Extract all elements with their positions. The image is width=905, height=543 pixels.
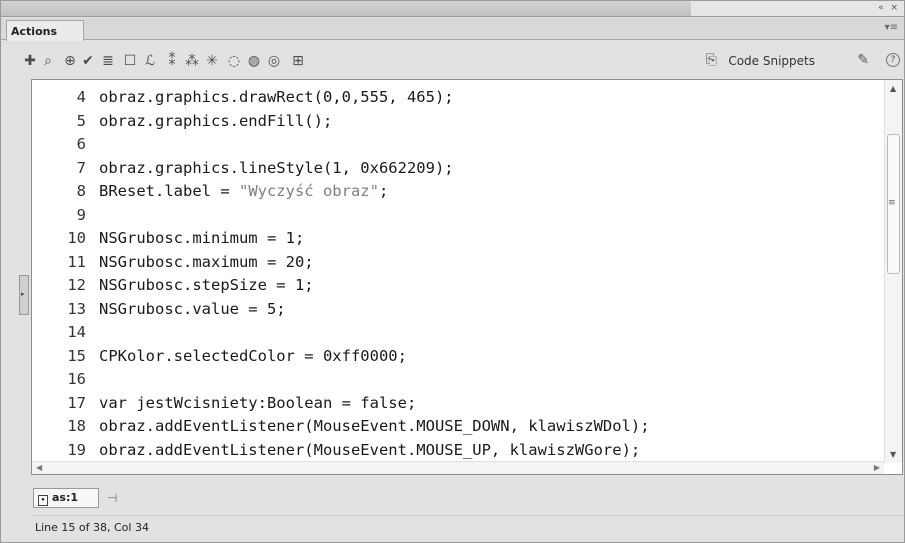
vertical-scrollbar[interactable]: ▲ ≡ ▼ [884,80,902,463]
status-bar: Line 15 of 38, Col 34 [31,515,903,537]
code-text[interactable]: obraz.graphics.endFill(); [99,110,332,132]
script-tabs: • as:1 ⊣ [31,488,331,508]
code-text[interactable]: obraz.addEventListener(MouseEvent.MOUSE_… [99,439,640,461]
line-number: 7 [76,158,86,177]
expand-all-icon[interactable]: ✳ [203,52,221,70]
code-text[interactable]: obraz.addEventListener(MouseEvent.MOUSE_… [99,415,650,437]
panel-menu-icon[interactable]: ▾≡ [885,22,898,33]
code-text[interactable]: CPKolor.selectedColor = 0xff0000; [99,345,407,367]
line-number: 5 [76,111,86,130]
line-number: 8 [76,182,86,200]
code-line[interactable]: 6 [32,133,884,155]
code-snippets-button[interactable]: Code Snippets [728,54,815,68]
code-line[interactable]: 13 NSGrubosc.value = 5; [32,298,884,320]
code-line[interactable]: 9 [32,204,884,226]
code-text[interactable]: NSGrubosc.value = 5; [99,298,286,320]
code-line[interactable]: 19 obraz.addEventListener(MouseEvent.MOUS… [32,439,884,461]
line-number: 14 [67,323,86,341]
line-number: 18 [67,417,86,435]
scroll-grip-icon: ≡ [888,198,896,208]
actions-panel-window: « × Actions ▾≡ ⎘ Code Snippets ✎ ? ✚ ⌕ ⊕ ✔ ≣… [0,0,905,543]
code-line[interactable]: 5 obraz.graphics.endFill(); [32,110,884,132]
script-tab-label: as:1 [52,491,79,504]
code-line[interactable]: 4 obraz.graphics.drawRect(0,0,555, 465); [32,86,884,108]
line-number: 12 [67,276,86,294]
code-text[interactable]: NSGrubosc.maximum = 20; [99,251,314,273]
code-hint-icon[interactable]: ☐ [121,52,139,70]
code-snippets-icon[interactable]: ⎘ [706,52,717,68]
scroll-left-arrow-icon[interactable]: ◀ [36,463,42,472]
code-text[interactable]: var jestWcisniety:Boolean = false; [99,392,416,414]
line-number: 16 [67,370,86,388]
line-number: 15 [67,346,86,365]
code-text[interactable]: NSGrubosc.minimum = 1; [99,227,304,249]
apply-block-comment-icon[interactable]: ◌ [225,52,243,70]
code-line[interactable]: 15 CPKolor.selectedColor = 0xff0000; [32,345,884,367]
code-line[interactable]: 17 var jestWcisniety:Boolean = false; [32,392,884,414]
panel-tab-row: Actions ▾≡ [1,18,904,41]
behavior-wand-icon[interactable]: ✎ [857,52,869,68]
tab-actions[interactable]: Actions [6,20,84,41]
code-line[interactable]: 14 [32,321,884,343]
panel-collapse-handle[interactable]: ▸ [19,275,29,315]
help-icon[interactable]: ? [886,53,900,67]
check-syntax-icon[interactable]: ✔ [79,52,97,70]
line-number: 10 [67,229,86,247]
line-number: 4 [76,88,86,106]
code-line[interactable]: 16 [32,368,884,390]
auto-format-icon[interactable]: ≣ [99,52,117,70]
line-number: 19 [67,440,86,459]
scroll-down-arrow-icon[interactable]: ▼ [890,450,896,459]
remove-comment-icon[interactable]: ◎ [265,52,283,70]
debug-options-icon[interactable]: ℒ [141,52,159,70]
find-icon[interactable]: ⌕ [39,52,57,70]
code-text[interactable]: NSGrubosc.stepSize = 1; [99,274,314,296]
code-area[interactable]: 4 obraz.graphics.drawRect(0,0,555, 465); 5… [32,80,884,463]
code-text[interactable]: obraz.graphics.drawRect(0,0,555, 465); [99,86,454,108]
add-statement-icon[interactable]: ✚ [21,52,39,70]
scroll-right-arrow-icon[interactable]: ▶ [874,463,880,472]
panel-title-bar[interactable]: « × [1,1,904,17]
scroll-up-arrow-icon[interactable]: ▲ [890,84,896,93]
actions-toolbar: ⎘ Code Snippets ✎ ? ✚ ⌕ ⊕ ✔ ≣ ☐ ℒ ⁑ ⁂ ✳ ◌ ◍ ◎ ⊞ [21,49,903,75]
pin-script-icon[interactable]: ⊣ [107,491,117,505]
horizontal-scrollbar[interactable]: ◀ ▶ [32,461,884,474]
code-line[interactable]: 7 obraz.graphics.lineStyle(1, 0x662209); [32,157,884,179]
code-text[interactable]: obraz.graphics.lineStyle(1, 0x662209); [99,157,454,179]
line-number: 11 [67,252,86,271]
script-icon: • [38,495,48,506]
collapse-selection-icon[interactable]: ⁂ [183,52,201,70]
line-number: 17 [67,393,86,412]
string-literal: "Wyczyść obraz" [238,182,379,200]
collapse-close-controls[interactable]: « × [878,3,900,13]
insert-target-path-icon[interactable]: ⊕ [61,52,79,70]
show-hide-toolbox-icon[interactable]: ⊞ [289,52,307,70]
code-line[interactable]: 12 NSGrubosc.stepSize = 1; [32,274,884,296]
apply-line-comment-icon[interactable]: ◍ [245,52,263,70]
line-number: 9 [76,205,86,224]
script-tab-as1[interactable]: • as:1 [33,488,99,508]
code-text[interactable]: BReset.label = "Wyczyść obraz"; [99,180,388,202]
code-line[interactable]: 10 NSGrubosc.minimum = 1; [32,227,884,249]
line-number: 6 [76,135,86,153]
script-editor[interactable]: 4 obraz.graphics.drawRect(0,0,555, 465); 5… [31,79,903,475]
code-line[interactable]: 8 BReset.label = "Wyczyść obraz"; [32,180,884,202]
line-number: 13 [67,299,86,318]
code-line[interactable]: 11 NSGrubosc.maximum = 20; [32,251,884,273]
collapse-between-braces-icon[interactable]: ⁑ [163,52,181,70]
code-line[interactable]: 18 obraz.addEventListener(MouseEvent.MOUS… [32,415,884,437]
